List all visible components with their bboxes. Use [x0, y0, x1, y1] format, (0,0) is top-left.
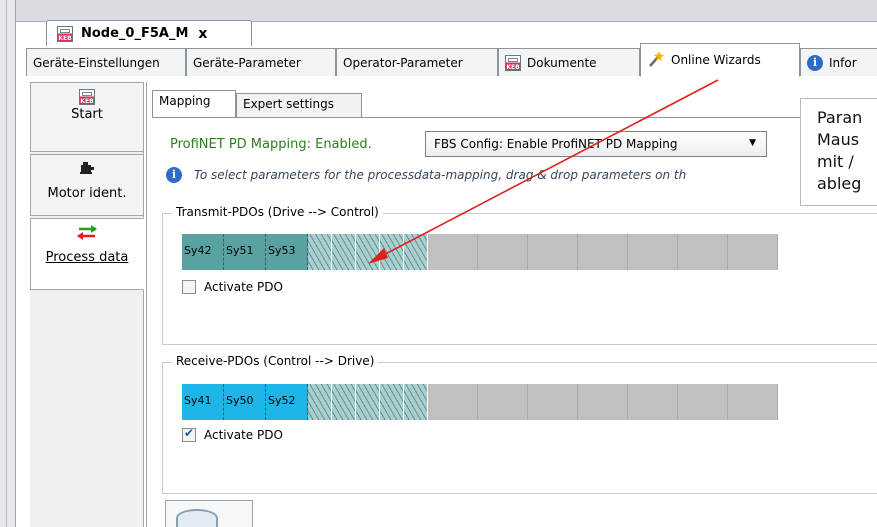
transmit-activate-checkbox[interactable]	[182, 280, 196, 294]
pdo-slot[interactable]: Sy52	[266, 384, 308, 420]
tab-expert-settings[interactable]: Expert settings	[236, 93, 362, 117]
pdo-slot-empty[interactable]	[428, 384, 478, 420]
tooltip-line: Paran	[817, 108, 863, 127]
mapping-status-label: ProfiNET PD Mapping: Enabled.	[170, 137, 372, 152]
receive-activate-row: Activate PDO	[182, 426, 283, 442]
close-tab-icon[interactable]: x	[198, 26, 207, 42]
tab-label: Geräte-Einstellungen	[33, 55, 160, 70]
pdo-slot-empty[interactable]	[678, 234, 728, 270]
pdo-slot-reserved[interactable]	[404, 234, 428, 270]
receive-pdo-title: Receive-PDOs (Control --> Drive)	[172, 354, 379, 368]
pdo-slot-empty[interactable]	[628, 234, 678, 270]
tab-label: Online Wizards	[671, 53, 761, 67]
pdo-slot-empty[interactable]	[578, 384, 628, 420]
pdo-slot-empty[interactable]	[478, 384, 528, 420]
pdo-slot-empty[interactable]	[628, 384, 678, 420]
tab-label: Dokumente	[527, 55, 597, 70]
pdo-slot-empty[interactable]	[478, 234, 528, 270]
sub-tab-label: Expert settings	[243, 97, 334, 111]
pdo-slot[interactable]: Sy41	[182, 384, 224, 420]
info-hint: i To select parameters for the processda…	[166, 167, 686, 183]
wand-icon	[647, 50, 665, 71]
pdo-slot-empty[interactable]	[728, 384, 778, 420]
tab-mapping[interactable]: Mapping	[152, 90, 236, 117]
pdo-slot-reserved[interactable]	[356, 234, 380, 270]
info-hint-text: To select parameters for the processdata…	[194, 168, 687, 182]
transmit-pdo-slots[interactable]: Sy42 Sy51 Sy53	[182, 234, 877, 270]
nav-item-motor-ident[interactable]: Motor ident.	[30, 154, 144, 216]
pdo-slot[interactable]: Sy51	[224, 234, 266, 270]
pdo-slot-empty[interactable]	[528, 384, 578, 420]
tooltip-line: Maus	[817, 130, 860, 149]
keb-document-icon: KEB	[505, 54, 521, 71]
pdo-slot-empty[interactable]	[578, 234, 628, 270]
tab-geraete-einstellungen[interactable]: Geräte-Einstellungen	[26, 48, 186, 76]
keb-device-icon: KEB	[57, 25, 73, 42]
sub-tab-divider	[152, 117, 877, 118]
nav-item-label: Motor ident.	[47, 186, 127, 201]
receive-pdo-slots[interactable]: Sy41 Sy50 Sy52	[182, 384, 877, 420]
chevron-down-icon: ▼	[749, 138, 756, 148]
receive-activate-checkbox[interactable]	[182, 426, 196, 442]
tab-geraete-parameter[interactable]: Geräte-Parameter	[186, 48, 336, 76]
pdo-slot-empty[interactable]	[678, 384, 728, 420]
pdo-slot-empty[interactable]	[428, 234, 478, 270]
window-left-strip	[0, 0, 16, 527]
tab-label: Infor	[829, 55, 857, 70]
pdo-slot-reserved[interactable]	[308, 384, 332, 420]
pdo-slot[interactable]: Sy53	[266, 234, 308, 270]
pdo-slot-reserved[interactable]	[356, 384, 380, 420]
tab-label: Operator-Parameter	[343, 55, 463, 70]
pdo-slot-reserved[interactable]	[404, 384, 428, 420]
pdo-slot[interactable]: Sy50	[224, 384, 266, 420]
pdo-slot-reserved[interactable]	[380, 234, 404, 270]
dropdown-value: FBS Config: Enable ProfiNET PD Mapping	[434, 137, 678, 151]
transmit-activate-label: Activate PDO	[204, 280, 283, 294]
tab-online-wizards[interactable]: Online Wizards	[640, 43, 800, 77]
fbs-config-dropdown[interactable]: FBS Config: Enable ProfiNET PD Mapping ▼	[425, 131, 767, 157]
document-tab-title: Node_0_F5A_M	[81, 26, 189, 41]
nav-item-start[interactable]: KEB Start	[30, 82, 144, 152]
page-tab-bar: Geräte-Einstellungen Geräte-Parameter Op…	[26, 43, 877, 77]
info-icon: i	[807, 54, 823, 71]
info-icon: i	[166, 167, 182, 183]
tooltip-line: ableg	[817, 174, 862, 193]
trash-drop-target[interactable]	[165, 500, 253, 527]
wizard-nav: KEB Start Motor ident. Process data	[30, 82, 144, 527]
nav-item-label: Process data	[45, 250, 129, 265]
sub-tab-label: Mapping	[159, 94, 211, 108]
pdo-slot[interactable]: Sy42	[182, 234, 224, 270]
window-top-strip	[0, 0, 877, 22]
transmit-pdo-title: Transmit-PDOs (Drive --> Control)	[172, 205, 383, 219]
tab-dokumente[interactable]: KEB Dokumente	[498, 48, 640, 76]
tab-operator-parameter[interactable]: Operator-Parameter	[336, 48, 498, 76]
nav-item-label: Start	[71, 107, 103, 122]
tab-info[interactable]: i Infor	[800, 48, 877, 76]
exchange-arrows-icon	[76, 225, 98, 244]
help-tooltip: Paran Maus mit / ableg	[800, 98, 877, 206]
keb-device-icon: KEB	[79, 89, 95, 105]
pdo-slot-empty[interactable]	[728, 234, 778, 270]
pdo-slot-empty[interactable]	[528, 234, 578, 270]
pdo-slot-reserved[interactable]	[332, 234, 356, 270]
transmit-activate-row: Activate PDO	[182, 280, 283, 294]
tab-label: Geräte-Parameter	[193, 55, 301, 70]
receive-activate-label: Activate PDO	[204, 428, 283, 442]
nav-item-process-data[interactable]: Process data	[30, 218, 144, 290]
pdo-slot-reserved[interactable]	[332, 384, 356, 420]
trash-can-icon	[176, 509, 218, 527]
pdo-slot-reserved[interactable]	[308, 234, 332, 270]
transmit-pdo-group	[162, 213, 877, 345]
document-tab[interactable]: KEB Node_0_F5A_M x	[46, 20, 252, 46]
tooltip-line: mit /	[817, 152, 854, 171]
motor-icon	[79, 161, 95, 178]
pdo-slot-reserved[interactable]	[380, 384, 404, 420]
